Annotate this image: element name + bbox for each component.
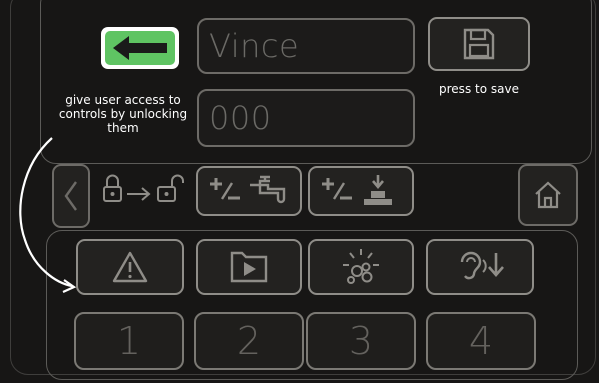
number-button-1[interactable]: 1	[74, 312, 184, 370]
save-button[interactable]	[428, 17, 530, 71]
number-button-2[interactable]: 2	[194, 312, 304, 370]
hearing-button[interactable]	[426, 239, 534, 295]
home-button[interactable]	[518, 164, 578, 226]
play-folder-icon	[230, 251, 268, 283]
code-field-value: 000	[209, 99, 272, 137]
number-button-label: 2	[236, 319, 262, 363]
lock-to-unlock-icon	[103, 174, 184, 202]
floppy-disk-icon	[463, 28, 495, 60]
warning-button[interactable]	[76, 239, 184, 295]
light-button[interactable]	[308, 239, 414, 295]
lock-unlock-indicator	[100, 170, 188, 210]
dispense-adjust-button[interactable]	[308, 166, 414, 216]
code-field[interactable]: 000	[197, 89, 415, 147]
number-button-4[interactable]: 4	[426, 312, 536, 370]
hearing-volume-down-icon	[460, 251, 504, 280]
warning-icon	[112, 251, 148, 283]
number-button-label: 4	[468, 319, 494, 363]
number-button-label: 3	[348, 319, 374, 363]
plus-minus-dispense-icon	[322, 175, 392, 205]
number-button-label: 1	[116, 319, 142, 363]
media-button[interactable]	[196, 239, 302, 295]
light-bubbles-icon	[343, 249, 379, 284]
save-hint: press to save	[439, 82, 519, 96]
prev-button[interactable]	[52, 164, 90, 228]
chevron-left-icon	[64, 181, 77, 211]
home-icon	[535, 181, 561, 209]
plus-minus-tap-icon	[210, 175, 286, 204]
number-button-3[interactable]: 3	[306, 312, 416, 370]
tap-adjust-button[interactable]	[196, 166, 302, 216]
name-field[interactable]: Vince	[197, 18, 415, 74]
name-field-value: Vince	[209, 27, 300, 65]
